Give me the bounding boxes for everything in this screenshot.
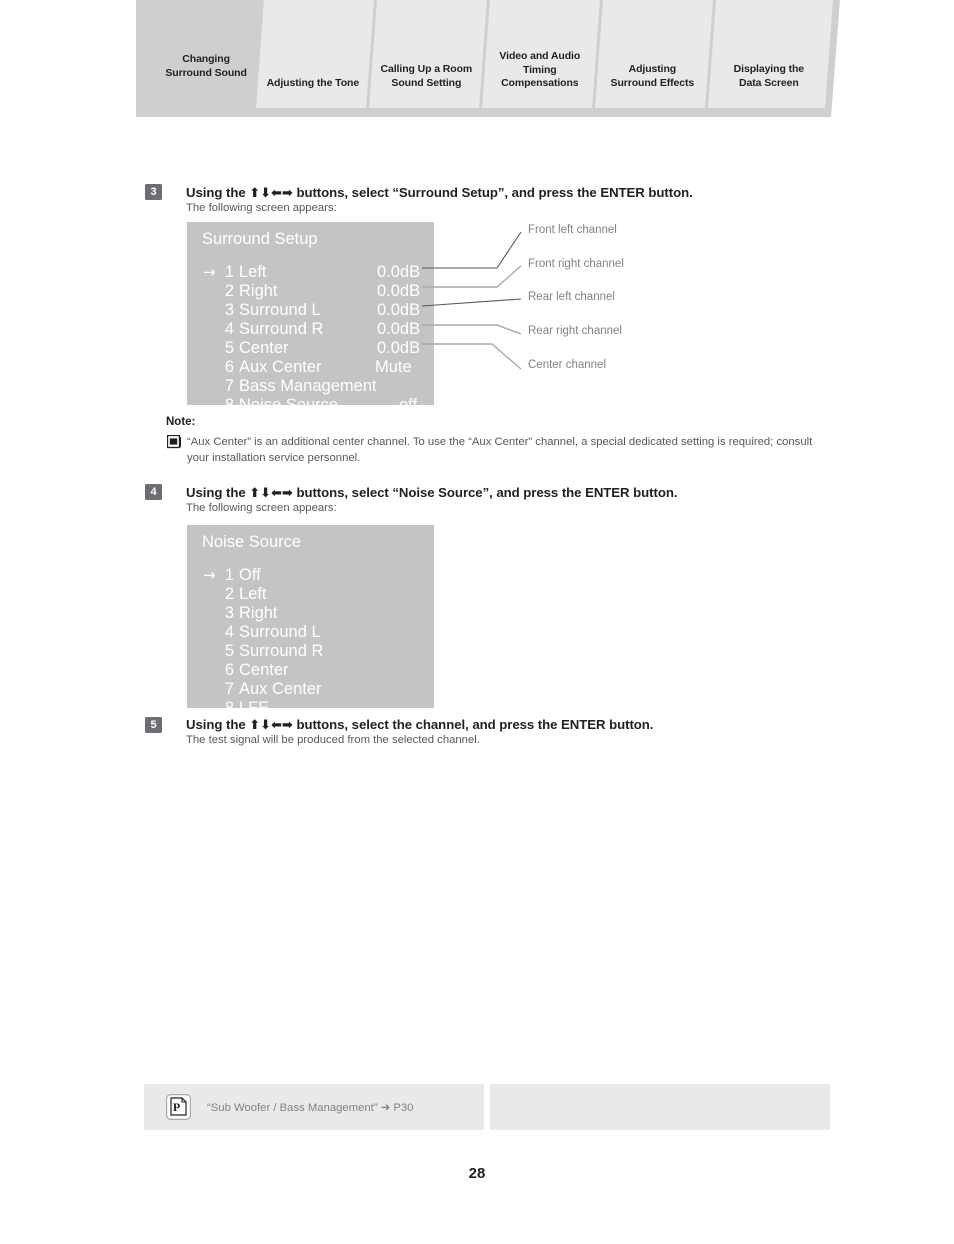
step-4-title-post: buttons, select “Noise Source”, and pres…: [292, 485, 678, 500]
row-label: Right: [239, 604, 278, 622]
tab-adjusting-surround-effects[interactable]: Adjusting Surround Effects: [595, 0, 713, 108]
row-label: Right: [239, 282, 278, 300]
noise-source-screen: Noise Source → 1 Off 2 Left 3 Right 4 Su…: [187, 525, 434, 717]
step-4-subtitle: The following screen appears:: [186, 502, 337, 514]
tab-label: Changing Surround Sound: [165, 53, 247, 79]
row-index: 3: [224, 301, 234, 319]
step-3-title-pre: Using the: [186, 185, 250, 200]
surround-setup-title: Surround Setup: [202, 230, 318, 248]
row-label: Left: [239, 263, 267, 281]
noise-source-title: Noise Source: [202, 533, 302, 551]
note-text: “Aux Center” is an additional center cha…: [187, 436, 813, 464]
direction-arrows-icon: ⬆⬇⬅➡: [249, 718, 293, 733]
row-value: 0.0dB: [377, 301, 421, 319]
row-index: 7: [224, 680, 234, 698]
row-label: Center: [239, 339, 289, 357]
step-3-title-post: buttons, select “Surround Setup”, and pr…: [292, 185, 693, 200]
tab-label: Video and Audio Timing Compensations: [499, 49, 581, 89]
callout-center-channel: Center channel: [528, 359, 606, 371]
row-label: Surround R: [239, 320, 324, 338]
surround-setup-screen: Surround Setup → 1 Left 0.0dB 2 Right 0.…: [187, 222, 434, 414]
tab-calling-up-a-room-sound-setting[interactable]: Calling Up a Room Sound Setting: [369, 0, 487, 108]
row-value: 0.0dB: [377, 320, 421, 338]
cursor-arrow-icon: →: [203, 566, 216, 584]
row-label: Surround R: [239, 642, 324, 660]
step-4-title: Using the ⬆⬇⬅➡ buttons, select “Noise So…: [186, 485, 678, 501]
row-label: Center: [239, 661, 289, 679]
callout-rear-left-channel: Rear left channel: [528, 291, 615, 303]
step-5-subtitle: The test signal will be produced from th…: [186, 734, 480, 746]
row-index: 4: [224, 623, 234, 641]
row-index: 2: [224, 585, 234, 603]
row-index: 6: [224, 661, 234, 679]
step-5-title: Using the ⬆⬇⬅➡ buttons, select the chann…: [186, 717, 653, 733]
row-label: LFE: [239, 699, 270, 717]
tab-label: Displaying the Data Screen: [733, 63, 805, 89]
tab-displaying-the-data-screen[interactable]: Displaying the Data Screen: [708, 0, 833, 108]
row-index: 5: [224, 339, 234, 357]
svg-text:P: P: [173, 1100, 180, 1114]
direction-arrows-icon: ⬆⬇⬅➡: [249, 186, 293, 201]
row-index: 1: [224, 263, 234, 281]
note-heading: Note:: [166, 416, 196, 428]
chapter-tab-band: Changing Surround Sound Adjusting the To…: [0, 0, 954, 125]
tab-label: Adjusting the Tone: [266, 76, 360, 89]
footer-empty-box: [490, 1084, 830, 1130]
screen-icon: [166, 434, 181, 449]
row-index: 8: [224, 396, 234, 414]
row-index: 4: [224, 320, 234, 338]
callout-rear-right-channel: Rear right channel: [528, 325, 622, 337]
row-label: Surround L: [239, 623, 321, 641]
step-number-badge-4: 4: [145, 484, 162, 500]
step-5-title-post: buttons, select the channel, and press t…: [292, 717, 654, 732]
tab-label: Calling Up a Room Sound Setting: [380, 63, 473, 89]
row-value: 0.0dB: [377, 263, 421, 281]
row-label: Aux Center: [239, 358, 322, 376]
tab-changing-surround-sound[interactable]: Changing Surround Sound: [139, 0, 275, 108]
step-3-title: Using the ⬆⬇⬅➡ buttons, select “Surround…: [186, 185, 693, 201]
row-index: 6: [224, 358, 234, 376]
row-value: 0.0dB: [377, 339, 421, 357]
step-number-badge-3: 3: [145, 184, 162, 200]
row-label: Surround L: [239, 301, 321, 319]
row-index: 1: [224, 566, 234, 584]
tab-adjusting-the-tone[interactable]: Adjusting the Tone: [256, 0, 374, 108]
row-value: Mute: [375, 358, 412, 376]
row-label: Noise Source: [239, 396, 339, 414]
row-index: 5: [224, 642, 234, 660]
callout-front-left-channel: Front left channel: [528, 224, 617, 236]
tab-label: Adjusting Surround Effects: [610, 63, 695, 89]
row-label: Aux Center: [239, 680, 322, 698]
step-3-subtitle: The following screen appears:: [186, 202, 337, 214]
row-index: 8: [224, 699, 234, 717]
tab-video-and-audio-timing-compensations[interactable]: Video and Audio Timing Compensations: [482, 0, 600, 108]
direction-arrows-icon: ⬆⬇⬅➡: [249, 486, 293, 501]
footer-reference-text[interactable]: “Sub Woofer / Bass Management” ➜ P30: [207, 1101, 413, 1114]
row-index: 7: [224, 377, 234, 395]
row-index: 3: [224, 604, 234, 622]
row-label: Left: [239, 585, 267, 603]
footer-reference-box: P “Sub Woofer / Bass Management” ➜ P30: [144, 1084, 484, 1130]
step-number-badge-5: 5: [145, 717, 162, 733]
cursor-arrow-icon: →: [203, 263, 216, 281]
callout-front-right-channel: Front right channel: [528, 258, 624, 270]
row-index: 2: [224, 282, 234, 300]
row-value: 0.0dB: [377, 282, 421, 300]
page-number: 28: [468, 1165, 486, 1182]
step-5-title-pre: Using the: [186, 717, 250, 732]
row-label: Bass Management: [239, 377, 377, 395]
step-4-title-pre: Using the: [186, 485, 250, 500]
row-value: off: [399, 396, 418, 414]
row-label: Off: [239, 566, 261, 584]
page-reference-icon: P: [166, 1094, 191, 1120]
